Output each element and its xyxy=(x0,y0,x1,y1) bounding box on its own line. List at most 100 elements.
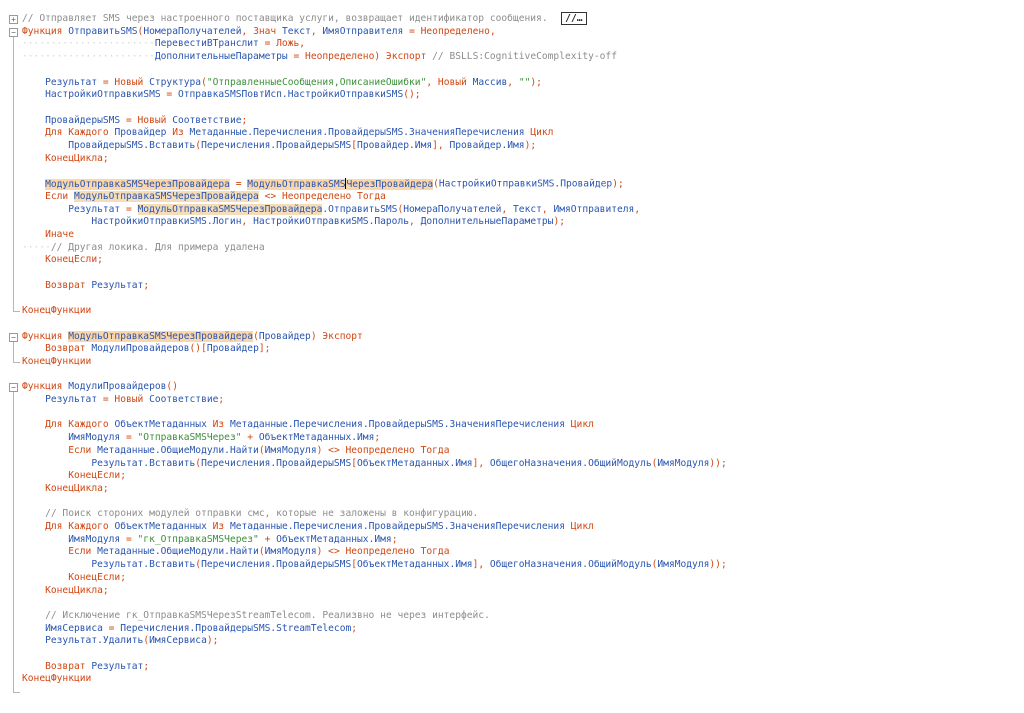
code-line[interactable]: Иначе xyxy=(22,229,74,242)
code-token: МодулиПровайдеров xyxy=(68,381,167,393)
code-line[interactable]: Если Метаданные.ОбщиеМодули.Найти(ИмяМод… xyxy=(22,445,449,458)
code-token: () xyxy=(166,381,178,393)
code-token: = xyxy=(160,89,178,101)
code-token: // Поиск стороних модулей отправки смс, … xyxy=(45,508,479,520)
code-token: + xyxy=(258,533,277,545)
code-token: НастройкиОтправкиSMS.Логин xyxy=(91,216,242,228)
collapse-region-icon[interactable]: − xyxy=(9,383,18,393)
code-line[interactable]: ИмяСервиса = Перечисления.ПровайдерыSMS.… xyxy=(22,623,357,636)
code-line[interactable]: ИмяМодуля = "гк_ОтправкаSMSЧерез" + Объе… xyxy=(22,534,397,547)
code-line[interactable]: // Поиск стороних модулей отправки смс, … xyxy=(22,508,478,521)
code-line[interactable]: КонецЕсли; xyxy=(22,470,126,483)
code-token: МодулиПровайдеров xyxy=(91,343,190,355)
collapse-region-icon[interactable]: − xyxy=(9,332,18,342)
code-token: Провайдер.Имя xyxy=(357,140,433,151)
code-line[interactable]: Результат.Вставить(Перечисления.Провайде… xyxy=(22,457,726,471)
fold-end-marker xyxy=(13,692,20,694)
code-line[interactable]: КонецЕсли; xyxy=(22,254,103,267)
code-token: // BSLLS:CognitiveComplexity-off xyxy=(432,51,617,63)
code-token: ; xyxy=(102,482,109,494)
code-line[interactable]: НастройкиОтправкиSMS = ОтправкаSMSПовтИс… xyxy=(22,89,420,102)
code-line[interactable]: Функция МодульОтправкаSMSЧерезПровайдера… xyxy=(22,330,363,344)
code-editor[interactable]: // Отправляет SMS через настроенного пос… xyxy=(0,0,1024,713)
code-token: НастройкиОтправкиSMS xyxy=(45,89,161,101)
collapse-region-icon[interactable]: − xyxy=(9,27,18,37)
code-token: ; xyxy=(218,394,225,405)
code-token: "гк_ОтправкаSMSЧерез" xyxy=(137,533,259,545)
code-token: = xyxy=(258,38,277,50)
code-token: ДополнительныеПараметры xyxy=(420,216,554,228)
code-line[interactable]: КонецФункции xyxy=(22,356,91,369)
code-token: = xyxy=(120,533,138,545)
code-token: КонецЦикла xyxy=(45,152,103,164)
code-line[interactable]: Результат.Удалить(ИмяСервиса); xyxy=(22,635,218,648)
code-line[interactable]: КонецЦикла; xyxy=(22,585,109,598)
code-line[interactable]: Возврат Результат; xyxy=(22,661,149,674)
code-line[interactable]: ПровайдерыSMS.Вставить(Перечисления.Пров… xyxy=(22,140,536,153)
expand-region-icon[interactable]: + xyxy=(9,15,18,24)
code-token: ); xyxy=(553,216,565,228)
code-line[interactable]: КонецФункции xyxy=(22,673,91,686)
collapsed-region-marker[interactable]: //… xyxy=(561,12,587,25)
code-token: Текст xyxy=(513,203,542,215)
code-token: "ОтправленныеСообщения,ОписаниеОшибки" xyxy=(206,76,427,88)
code-token: Из xyxy=(212,521,225,532)
code-token: )); xyxy=(709,559,727,571)
code-line[interactable]: Для Каждого ОбъектМетаданных Из Метаданн… xyxy=(22,419,594,432)
code-line[interactable]: Возврат МодулиПровайдеров()[Провайдер]; xyxy=(22,343,270,356)
code-line[interactable]: Результат = Новый Структура("Отправленны… xyxy=(22,77,542,90)
fold-guide-line xyxy=(13,341,14,363)
code-line[interactable]: МодульОтправкаSMSЧерезПровайдера = Модул… xyxy=(22,178,624,191)
code-token: КонецФункции xyxy=(22,673,92,685)
code-token: <> xyxy=(322,546,346,558)
code-line[interactable]: КонецЦикла; xyxy=(22,153,109,166)
code-line[interactable]: // Отправляет SMS через настроенного пос… xyxy=(22,12,587,26)
code-line[interactable]: КонецЕсли; xyxy=(22,572,126,585)
code-line[interactable]: Для Каждого ОбъектМетаданных Из Метаданн… xyxy=(22,521,594,534)
code-token: НастройкиОтправкиSMS.Пароль xyxy=(253,216,410,228)
code-token: ); xyxy=(530,76,542,88)
code-token: Результат xyxy=(91,279,144,291)
code-token: Новый xyxy=(437,76,467,88)
code-token: ОбъектМетаданных xyxy=(114,521,207,532)
code-token: Для xyxy=(45,521,63,532)
code-token: ОбщегоНазначения.ОбщийМодуль xyxy=(489,457,652,469)
code-token: ИмяМодуля xyxy=(264,546,317,558)
code-token: Экспорт xyxy=(385,51,427,63)
code-token: ИмяСервиса xyxy=(149,635,207,647)
code-line[interactable]: Результат = Новый Соответствие; xyxy=(22,394,224,407)
code-token: Новый xyxy=(114,394,144,405)
code-token: Тогда xyxy=(420,546,450,558)
code-token: Результат xyxy=(91,660,144,672)
code-line[interactable]: Если МодульОтправкаSMSЧерезПровайдера <>… xyxy=(22,190,386,204)
code-line[interactable]: ПровайдерыSMS = Новый Соответствие; xyxy=(22,115,247,128)
code-line[interactable]: Возврат Результат; xyxy=(22,280,149,293)
code-token: Для xyxy=(45,419,63,431)
code-token: Возврат xyxy=(45,343,86,355)
code-line[interactable]: ·······················ДополнительныеПар… xyxy=(22,51,617,64)
code-token: Новый xyxy=(114,76,144,88)
code-line[interactable]: Результат = МодульОтправкаSMSЧерезПровай… xyxy=(22,203,640,217)
code-token: КонецФункции xyxy=(22,305,92,317)
code-line[interactable]: Если Метаданные.ОбщиеМодули.Найти(ИмяМод… xyxy=(22,546,449,559)
code-line[interactable]: Функция МодулиПровайдеров() xyxy=(22,381,178,394)
code-line[interactable]: // Исключение гк_ОтправкаSMSЧерезStreamT… xyxy=(22,610,490,623)
code-line[interactable]: Функция ОтправитьSMS(НомераПолучателей, … xyxy=(22,26,496,39)
fold-guide-line xyxy=(13,36,14,312)
code-line[interactable]: ·····// Другая локика. Для примера удале… xyxy=(22,242,265,255)
code-line[interactable]: ·······················ПеревестиВТрансли… xyxy=(22,38,305,51)
code-token: ОбъектМетаданных.Имя xyxy=(357,457,473,469)
code-token: НомераПолучателей xyxy=(143,25,242,37)
code-line[interactable]: НастройкиОтправкиSMS.Логин, НастройкиОтп… xyxy=(22,216,565,229)
code-line[interactable]: Для Каждого Провайдер Из Метаданные.Пере… xyxy=(22,127,553,140)
code-token: ); xyxy=(524,140,537,151)
code-line[interactable]: ИмяМодуля = "ОтправкаSMSЧерез" + ОбъектМ… xyxy=(22,432,380,445)
code-line[interactable]: Результат.Вставить(Перечисления.Провайде… xyxy=(22,559,727,572)
code-line[interactable]: КонецЦикла; xyxy=(22,483,109,496)
code-line[interactable]: КонецФункции xyxy=(22,305,91,318)
code-token: ], xyxy=(432,140,450,151)
